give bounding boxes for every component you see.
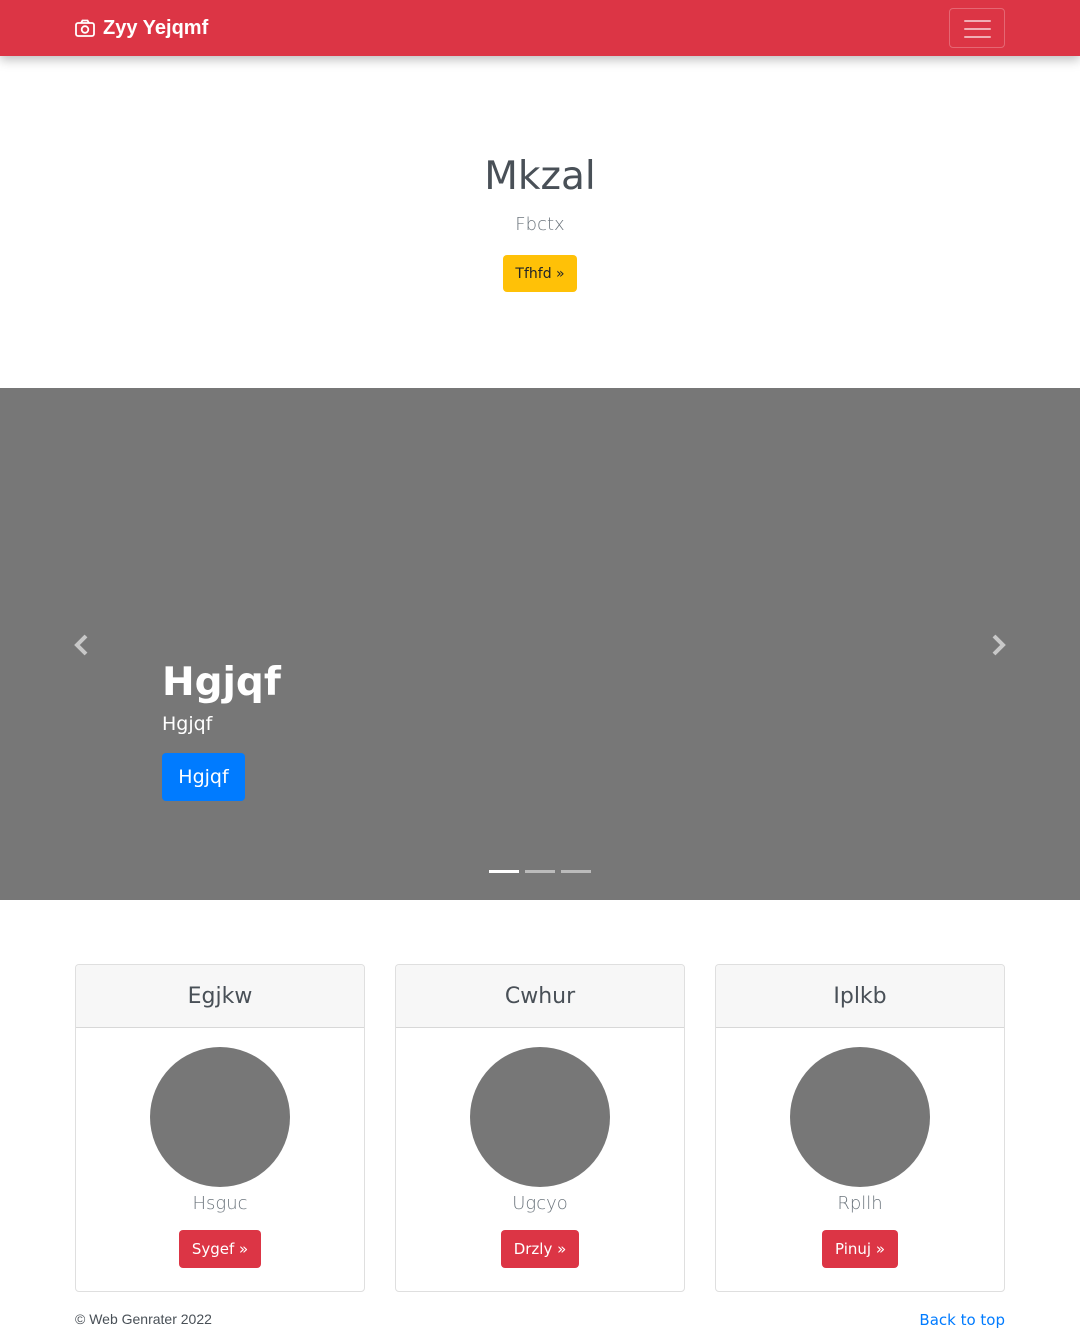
brand-label: Zyy Yejqmf xyxy=(103,16,209,39)
card-header: Iplkb xyxy=(716,965,1004,1028)
carousel: Hgjqf Hgjqf Hgjqf xyxy=(0,388,1080,900)
chevron-right-icon xyxy=(992,634,1006,656)
card-deck: Egjkw Hsguc Sygef » Cwhur Ugcyo Drzly » … xyxy=(75,964,1005,1292)
hero-title: Mkzal xyxy=(484,154,596,199)
card-header: Cwhur xyxy=(396,965,684,1028)
back-to-top-link[interactable]: Back to top xyxy=(919,1311,1005,1329)
card-image-placeholder xyxy=(790,1047,930,1187)
carousel-indicator-2[interactable] xyxy=(525,870,555,873)
card-header: Egjkw xyxy=(76,965,364,1028)
camera-icon xyxy=(75,19,95,37)
hero-button[interactable]: Tfhfd » xyxy=(503,255,577,292)
card-2-button[interactable]: Drzly » xyxy=(500,1230,580,1268)
carousel-indicator-3[interactable] xyxy=(561,870,591,873)
carousel-next-control[interactable] xyxy=(988,633,1008,657)
card-text: Hsguc xyxy=(192,1193,248,1214)
carousel-indicators xyxy=(489,870,591,873)
card-image-placeholder xyxy=(470,1047,610,1187)
card-3: Iplkb Rpllh Pinuj » xyxy=(715,964,1005,1292)
card-1-button[interactable]: Sygef » xyxy=(178,1230,262,1268)
hero-lead: Fbctx xyxy=(515,214,565,235)
carousel-slide-button[interactable]: Hgjqf xyxy=(162,752,245,801)
navbar: Zyy Yejqmf xyxy=(0,0,1080,56)
card-image-placeholder xyxy=(150,1047,290,1187)
card-1: Egjkw Hsguc Sygef » xyxy=(75,964,365,1292)
carousel-caption: Hgjqf Hgjqf Hgjqf xyxy=(162,660,281,801)
navbar-brand[interactable]: Zyy Yejqmf xyxy=(75,14,208,42)
card-2: Cwhur Ugcyo Drzly » xyxy=(395,964,685,1292)
card-text: Rpllh xyxy=(837,1193,883,1214)
card-3-button[interactable]: Pinuj » xyxy=(821,1230,898,1268)
navbar-toggler-button[interactable] xyxy=(949,8,1005,48)
hero-section: Mkzal Fbctx Tfhfd » xyxy=(0,56,1080,388)
carousel-slide-text: Hgjqf xyxy=(162,712,213,735)
carousel-indicator-1[interactable] xyxy=(489,870,519,873)
card-text: Ugcyo xyxy=(512,1193,568,1214)
carousel-prev-control[interactable] xyxy=(72,633,92,657)
carousel-slide-title: Hgjqf xyxy=(162,660,281,705)
hamburger-menu-icon xyxy=(964,20,991,38)
chevron-left-icon xyxy=(74,634,88,656)
footer-copyright: © Web Genrater 2022 xyxy=(75,1311,212,1327)
